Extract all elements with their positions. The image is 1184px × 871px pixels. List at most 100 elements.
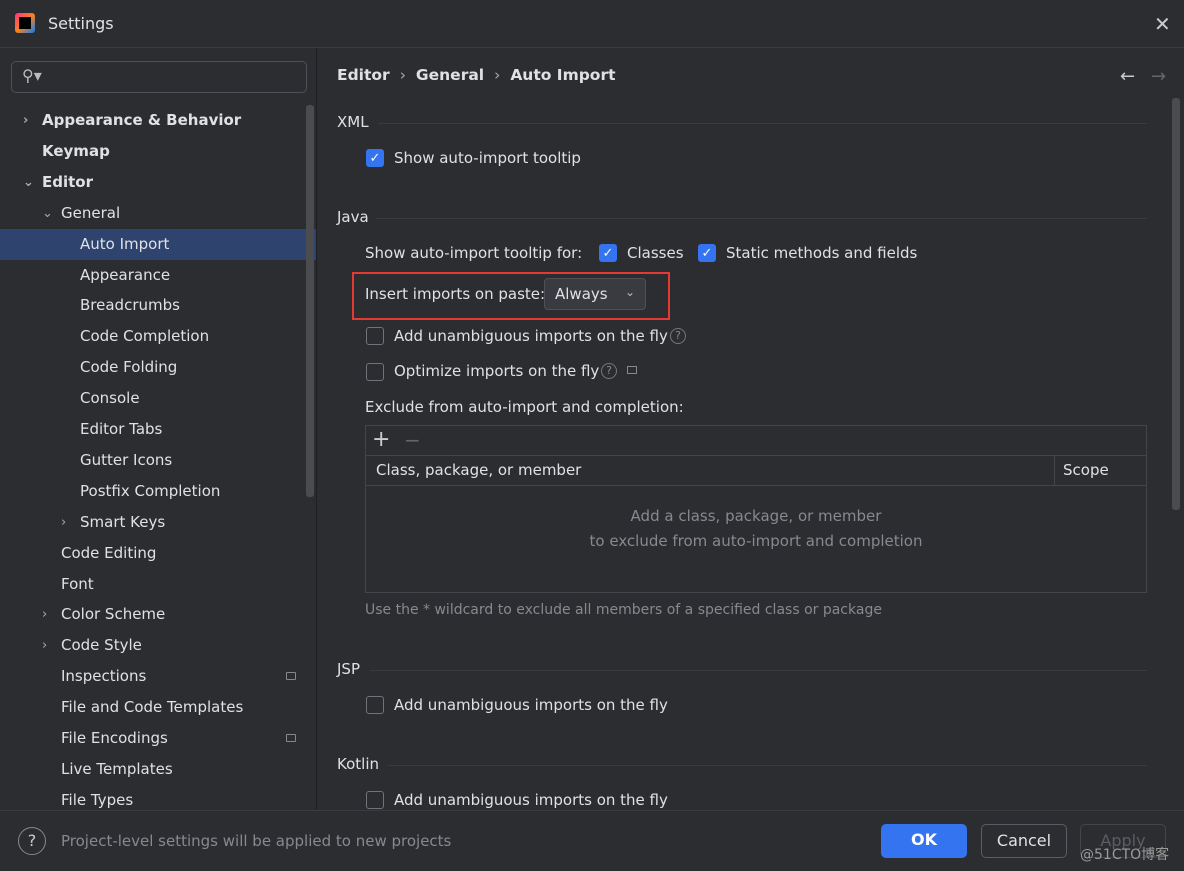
sidebar-item-code-style[interactable]: › Code Style	[0, 630, 316, 661]
sidebar-item-label: Keymap	[42, 141, 110, 160]
chevron-down-icon: ⌄	[624, 285, 635, 299]
sidebar-item-gutter-icons[interactable]: Gutter Icons	[0, 445, 316, 476]
sidebar-item-console[interactable]: Console	[0, 383, 316, 414]
divider	[378, 123, 1147, 124]
tooltip-for-label: Show auto-import tooltip for:	[365, 244, 583, 262]
dropdown-value: Always	[555, 285, 608, 303]
project-level-icon	[286, 672, 296, 681]
intellij-logo-icon	[15, 13, 35, 33]
kotlin-unambiguous-checkbox[interactable]	[366, 791, 384, 809]
search-input[interactable]: ⚲▾	[11, 61, 307, 93]
chevron-right-icon[interactable]: ›	[42, 599, 47, 630]
content-scrollbar[interactable]	[1172, 98, 1180, 510]
breadcrumb: Editor › General › Auto Import	[337, 66, 616, 84]
jsp-unambiguous-checkbox[interactable]	[366, 696, 384, 714]
help-button[interactable]: ?	[18, 827, 46, 855]
cancel-button[interactable]: Cancel	[981, 824, 1067, 858]
sidebar-item-label: Inspections	[61, 667, 147, 686]
sidebar-item-label: Appearance & Behavior	[42, 111, 242, 129]
sidebar-item-color-scheme[interactable]: › Color Scheme	[0, 599, 316, 630]
sidebar-item-label: Gutter Icons	[80, 450, 173, 469]
sidebar-item-label: Auto Import	[80, 234, 170, 253]
project-level-icon	[627, 366, 637, 374]
back-arrow-icon[interactable]: ←	[1120, 66, 1135, 87]
chevron-right-icon[interactable]: ›	[42, 630, 47, 661]
chevron-right-icon[interactable]: ›	[23, 105, 28, 136]
exclude-table: + − Class, package, or member Scope Add …	[365, 425, 1147, 593]
section-java: Java	[337, 208, 369, 226]
divider	[376, 218, 1147, 219]
section-jsp: JSP	[337, 660, 360, 678]
empty-text-2: to exclude from auto-import and completi…	[589, 532, 923, 550]
kotlin-unambiguous-label: Add unambiguous imports on the fly	[394, 791, 668, 809]
watermark: @51CTO博客	[1080, 847, 1170, 863]
divider	[366, 485, 1146, 486]
sidebar-item-label: Appearance	[80, 265, 171, 284]
title-bar	[0, 0, 1184, 48]
sidebar-item-label: Smart Keys	[80, 512, 166, 531]
sidebar-item-keymap[interactable]: Keymap	[0, 136, 316, 167]
sidebar-item-label: File Encodings	[61, 729, 168, 747]
sidebar-item-file-and-code-templates[interactable]: File and Code Templates	[0, 692, 316, 723]
window-title: Settings	[48, 14, 114, 33]
optimize-label: Optimize imports on the fly	[394, 362, 600, 380]
sidebar-item-postfix-completion[interactable]: Postfix Completion	[0, 476, 316, 507]
column-header-class[interactable]: Class, package, or member	[376, 461, 581, 479]
sidebar-item-label: File and Code Templates	[61, 698, 244, 717]
sidebar-item-smart-keys[interactable]: › Smart Keys	[0, 507, 316, 538]
help-icon[interactable]: ?	[601, 363, 617, 379]
search-icon: ⚲▾	[22, 66, 42, 85]
divider	[1054, 456, 1055, 485]
help-icon[interactable]: ?	[670, 328, 686, 344]
classes-checkbox[interactable]: ✓	[599, 244, 617, 262]
sidebar-item-editor[interactable]: ⌄ Editor	[0, 167, 316, 198]
sidebar-item-breadcrumbs[interactable]: Breadcrumbs	[0, 290, 316, 321]
sidebar-item-label: Console	[80, 389, 140, 408]
sidebar-item-appearance[interactable]: Appearance	[0, 260, 316, 291]
sidebar-item-label: Font	[61, 574, 94, 593]
classes-label: Classes	[627, 244, 684, 262]
sidebar-item-label: Breadcrumbs	[80, 296, 180, 315]
unambiguous-checkbox[interactable]	[366, 327, 384, 345]
close-icon[interactable]: ✕	[1154, 12, 1171, 36]
sidebar-item-code-editing[interactable]: Code Editing	[0, 538, 316, 569]
sidebar-item-label: Code Editing	[61, 543, 157, 562]
sidebar-item-live-templates[interactable]: Live Templates	[0, 754, 316, 785]
unambiguous-label: Add unambiguous imports on the fly	[394, 327, 668, 345]
wildcard-hint: Use the * wildcard to exclude all member…	[365, 602, 882, 618]
sidebar-item-font[interactable]: Font	[0, 569, 316, 600]
column-header-scope[interactable]: Scope	[1063, 461, 1109, 479]
divider	[316, 48, 317, 810]
optimize-checkbox[interactable]	[366, 363, 384, 381]
chevron-down-icon[interactable]: ⌄	[23, 167, 34, 198]
sidebar-item-code-completion[interactable]: Code Completion	[0, 321, 316, 352]
sidebar-item-label: Code Completion	[80, 327, 210, 346]
chevron-down-icon[interactable]: ⌄	[42, 198, 53, 229]
sidebar-item-general[interactable]: ⌄ General	[0, 198, 316, 229]
static-methods-label: Static methods and fields	[726, 244, 918, 262]
static-methods-checkbox[interactable]: ✓	[698, 244, 716, 262]
sidebar-scrollbar[interactable]	[306, 105, 314, 497]
xml-tooltip-checkbox[interactable]: ✓	[366, 149, 384, 167]
breadcrumb-separator: ›	[494, 66, 501, 84]
insert-imports-dropdown[interactable]: Always ⌄	[544, 278, 646, 310]
divider	[388, 765, 1147, 766]
breadcrumb-general[interactable]: General	[416, 66, 484, 84]
forward-arrow-icon[interactable]: →	[1151, 66, 1166, 87]
sidebar-item-appearance-behavior[interactable]: › Appearance & Behavior	[0, 105, 316, 136]
remove-icon[interactable]: −	[404, 428, 421, 452]
exclude-label: Exclude from auto-import and completion:	[365, 398, 684, 416]
ok-button[interactable]: OK	[881, 824, 967, 858]
sidebar-item-file-encodings[interactable]: File Encodings	[0, 723, 316, 754]
add-icon[interactable]: +	[372, 427, 390, 452]
sidebar-item-code-folding[interactable]: Code Folding	[0, 352, 316, 383]
sidebar-item-label: Live Templates	[61, 759, 173, 778]
breadcrumb-editor[interactable]: Editor	[337, 66, 390, 84]
sidebar-item-auto-import[interactable]: Auto Import	[0, 228, 316, 260]
breadcrumb-auto-import: Auto Import	[510, 66, 616, 84]
jsp-unambiguous-label: Add unambiguous imports on the fly	[394, 696, 668, 714]
sidebar-item-editor-tabs[interactable]: Editor Tabs	[0, 414, 316, 445]
divider	[366, 455, 1146, 456]
chevron-right-icon[interactable]: ›	[61, 507, 66, 538]
sidebar-item-inspections[interactable]: Inspections	[0, 661, 316, 692]
